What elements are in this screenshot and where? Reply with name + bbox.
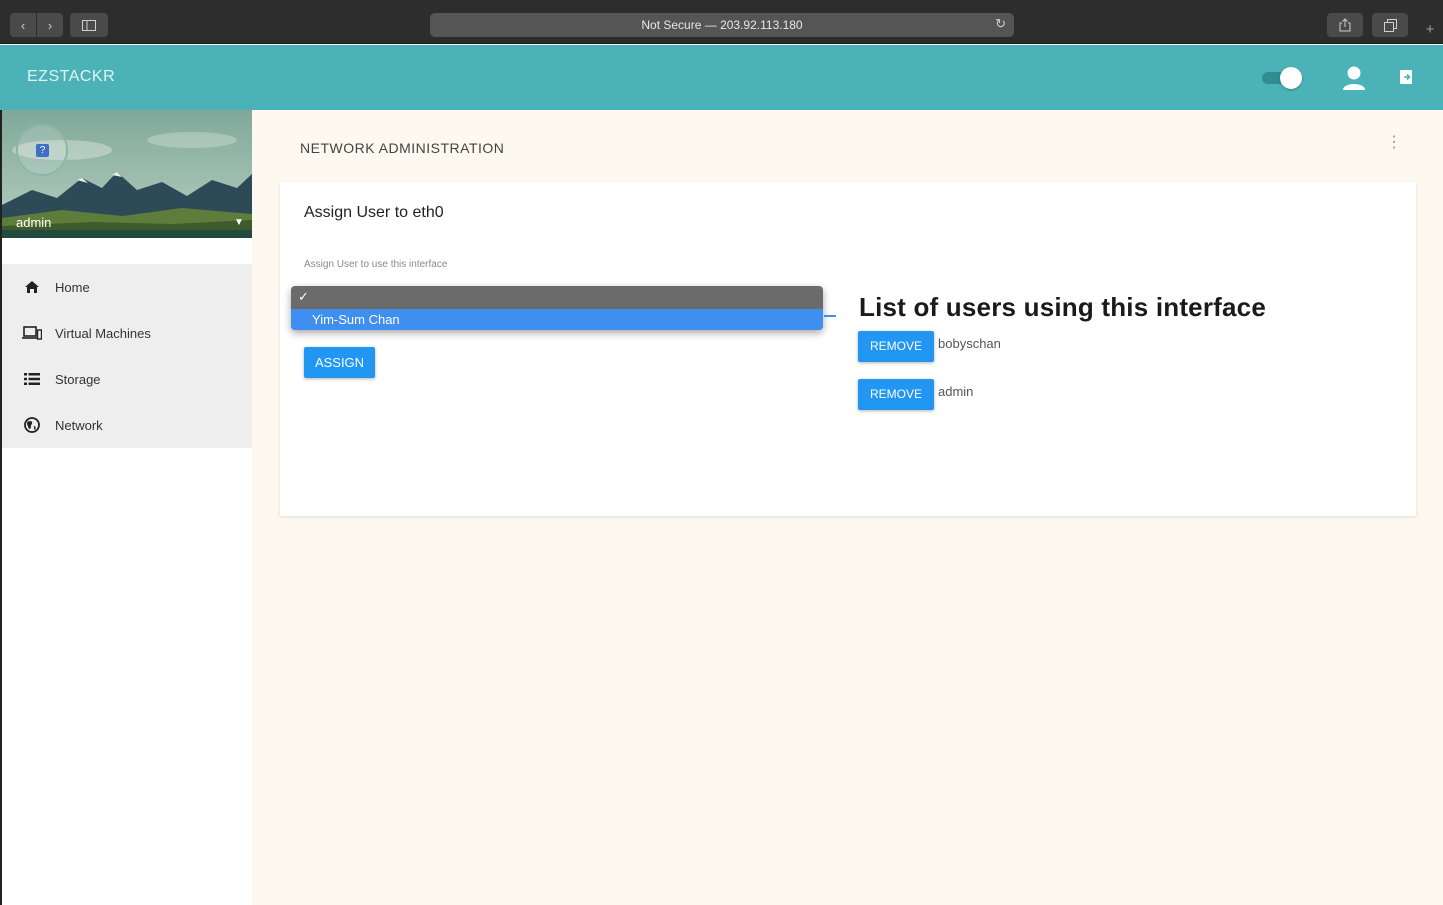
globe-icon bbox=[22, 417, 42, 433]
user-name: bobyschan bbox=[938, 336, 1001, 351]
list-item: REMOVE admin bbox=[858, 379, 973, 410]
avatar[interactable]: ? bbox=[16, 124, 68, 176]
sidebar-item-label: Network bbox=[55, 417, 103, 433]
sidebar-item-storage[interactable]: Storage bbox=[2, 356, 252, 402]
assign-user-card: Assign User to eth0 Assign User to use t… bbox=[280, 182, 1416, 516]
profile-name[interactable]: admin bbox=[16, 215, 51, 230]
list-icon bbox=[22, 371, 42, 387]
sidebar-nav: Home Virtual Machines Storage Network bbox=[2, 264, 252, 448]
remove-user-button[interactable]: REMOVE bbox=[858, 379, 934, 410]
sidebar: ? admin ▼ Home Virtual Machines Storage bbox=[0, 110, 252, 905]
user-select-label: Assign User to use this interface bbox=[304, 259, 448, 270]
browser-toolbar: ‹ › Not Secure — 203.92.113.180 ↻ + bbox=[0, 0, 1443, 44]
card-title: Assign User to eth0 bbox=[304, 204, 444, 221]
user-list-title: List of users using this interface bbox=[859, 292, 1266, 322]
user-select-dropdown[interactable]: ✓ Yim-Sum Chan bbox=[291, 286, 823, 330]
sidebar-item-home[interactable]: Home bbox=[2, 264, 252, 310]
forward-icon[interactable]: › bbox=[37, 13, 63, 37]
tabs-overview-icon[interactable] bbox=[1372, 13, 1408, 37]
sidebar-item-label: Home bbox=[55, 279, 90, 295]
user-icon[interactable] bbox=[1340, 65, 1368, 91]
dropdown-option[interactable]: Yim-Sum Chan bbox=[291, 309, 823, 330]
chevron-down-icon[interactable]: ▼ bbox=[234, 217, 244, 228]
sidebar-toggle-icon[interactable] bbox=[70, 13, 108, 37]
select-underline bbox=[824, 315, 836, 317]
home-icon bbox=[22, 279, 42, 295]
sidebar-item-virtual-machines[interactable]: Virtual Machines bbox=[2, 310, 252, 356]
back-icon[interactable]: ‹ bbox=[10, 13, 36, 37]
profile-banner: ? admin ▼ bbox=[2, 110, 252, 238]
list-item: REMOVE bobyschan bbox=[858, 331, 1001, 362]
address-bar[interactable]: Not Secure — 203.92.113.180 ↻ bbox=[430, 13, 1014, 37]
page-title: NETWORK ADMINISTRATION bbox=[300, 140, 505, 156]
sidebar-item-network[interactable]: Network bbox=[2, 402, 252, 448]
sidebar-item-label: Storage bbox=[55, 371, 101, 387]
user-name: admin bbox=[938, 384, 974, 399]
main-content: NETWORK ADMINISTRATION ⋮ Assign User to … bbox=[252, 110, 1443, 905]
avatar-placeholder-icon: ? bbox=[36, 144, 49, 157]
new-tab-icon[interactable]: + bbox=[1420, 20, 1440, 40]
share-icon[interactable] bbox=[1327, 13, 1363, 37]
logout-icon[interactable] bbox=[1398, 69, 1414, 85]
checkmark-icon: ✓ bbox=[298, 289, 309, 304]
assign-button[interactable]: ASSIGN bbox=[304, 347, 375, 378]
address-text: Not Secure — 203.92.113.180 bbox=[641, 18, 803, 32]
reload-icon[interactable]: ↻ bbox=[995, 16, 1006, 32]
app-header: EZSTACKR bbox=[0, 45, 1443, 110]
more-options-icon[interactable]: ⋮ bbox=[1386, 135, 1402, 151]
brand-logo[interactable]: EZSTACKR bbox=[27, 68, 115, 86]
remove-user-button[interactable]: REMOVE bbox=[858, 331, 934, 362]
theme-toggle[interactable] bbox=[1262, 67, 1302, 89]
toggle-knob bbox=[1280, 67, 1302, 89]
sidebar-item-label: Virtual Machines bbox=[55, 325, 151, 341]
laptop-icon bbox=[22, 325, 42, 341]
